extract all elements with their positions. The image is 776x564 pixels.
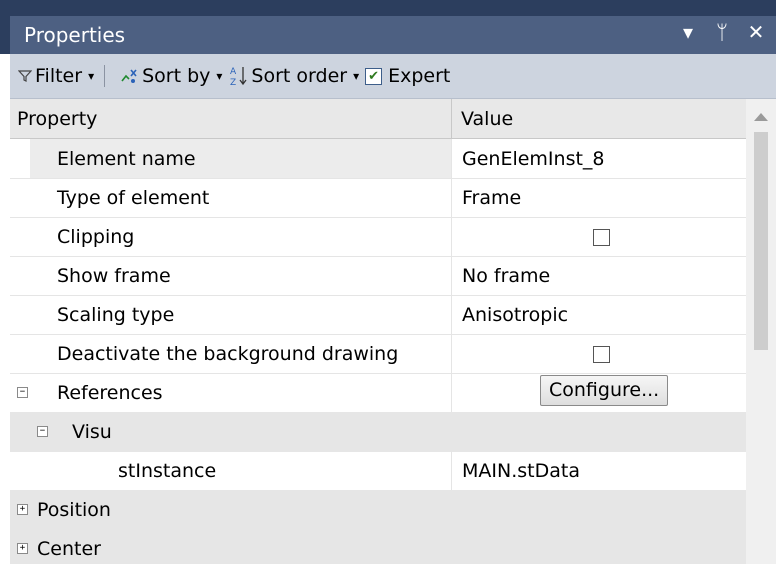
property-column-header[interactable]: Property (17, 108, 97, 130)
property-row-center[interactable]: + Center (10, 529, 746, 564)
deactivate-background-checkbox[interactable] (593, 346, 610, 363)
property-name-cell: Show frame (30, 256, 451, 295)
filter-button[interactable]: Filter ▾ (18, 65, 94, 87)
property-name-cell: stInstance (10, 451, 451, 490)
sort-order-label: Sort order (251, 65, 348, 87)
svg-text:Z: Z (230, 78, 236, 87)
property-value[interactable]: Anisotropic (462, 304, 568, 326)
property-name: Deactivate the background drawing (57, 343, 399, 365)
expert-label: Expert (388, 65, 451, 87)
property-row-clipping[interactable]: Clipping (10, 217, 746, 257)
property-value[interactable]: Frame (462, 187, 521, 209)
column-divider[interactable] (451, 99, 452, 138)
property-name-cell: Clipping (30, 217, 451, 256)
expand-icon[interactable]: + (17, 504, 28, 515)
property-name: Type of element (57, 187, 210, 209)
filter-label: Filter (35, 65, 83, 87)
property-row-deactivate-background[interactable]: Deactivate the background drawing (10, 334, 746, 374)
property-name-cell: Deactivate the background drawing (30, 334, 451, 373)
property-value-cell[interactable]: MAIN.stData (451, 451, 747, 490)
pin-icon[interactable]: ᛘ (712, 20, 732, 44)
expert-checkbox-checked-icon[interactable]: ✔ (365, 67, 383, 85)
property-name-cell: Scaling type (30, 295, 451, 334)
scrollbar-thumb[interactable] (754, 132, 768, 350)
property-value[interactable]: GenElemInst_8 (462, 148, 605, 170)
property-value-cell[interactable]: GenElemInst_8 (451, 139, 747, 178)
property-value[interactable]: MAIN.stData (462, 460, 580, 482)
property-name-cell: − Visu (10, 412, 451, 451)
property-row-visu[interactable]: − Visu (10, 412, 746, 452)
property-row-references[interactable]: − References Configure... (10, 373, 746, 413)
window-menu-dropdown-icon[interactable]: ▾ (678, 20, 698, 44)
property-name: Position (37, 499, 111, 521)
grid-header: Property Value (10, 99, 746, 139)
property-row-type-of-element[interactable]: Type of element Frame (10, 178, 746, 218)
property-value-cell: Configure... (451, 373, 747, 412)
sort-by-label: Sort by (142, 65, 211, 87)
properties-window: Properties ▾ ᛘ ✕ Filter ▾ Sort by ▾ A Z … (0, 0, 776, 564)
property-row-show-frame[interactable]: Show frame No frame (10, 256, 746, 296)
scroll-up-arrow-icon[interactable] (754, 113, 768, 121)
property-name: stInstance (118, 460, 217, 482)
property-name-cell: + Position (10, 490, 451, 529)
title-bar-controls: ▾ ᛘ ✕ (678, 20, 766, 44)
property-name-cell: Type of element (30, 178, 451, 217)
property-row-scaling-type[interactable]: Scaling type Anisotropic (10, 295, 746, 335)
property-row-element-name[interactable]: Element name GenElemInst_8 (10, 139, 746, 179)
sort-by-icon (121, 69, 137, 83)
clipping-checkbox[interactable] (593, 229, 610, 246)
vertical-scrollbar[interactable] (746, 99, 776, 564)
svg-text:A: A (230, 67, 237, 77)
collapse-icon[interactable]: − (17, 387, 28, 398)
property-value[interactable]: No frame (462, 265, 550, 287)
sort-order-button[interactable]: A Z Sort order ▾ (230, 65, 359, 87)
property-value-cell[interactable]: Frame (451, 178, 747, 217)
collapse-icon[interactable]: − (37, 426, 48, 437)
property-name: References (57, 382, 163, 404)
property-grid: Property Value Element name GenElemInst_… (10, 99, 746, 564)
property-value-cell[interactable] (451, 217, 747, 256)
chevron-down-icon: ▾ (216, 69, 223, 83)
sort-order-icon: A Z (230, 67, 247, 87)
chevron-down-icon: ▾ (353, 69, 360, 83)
property-row-position[interactable]: + Position (10, 490, 746, 530)
property-name: Center (37, 538, 101, 560)
toolbar-separator (104, 65, 106, 87)
properties-toolbar: Filter ▾ Sort by ▾ A Z Sort order ▾ ✔ Ex… (10, 54, 776, 99)
chevron-down-icon: ▾ (88, 69, 95, 83)
property-name: Visu (72, 421, 112, 443)
property-name-cell: + Center (10, 529, 451, 564)
property-value-cell[interactable]: No frame (451, 256, 747, 295)
property-value-cell[interactable]: Anisotropic (451, 295, 747, 334)
property-name: Clipping (57, 226, 135, 248)
sort-by-button[interactable]: Sort by ▾ (119, 65, 222, 87)
title-bar-panel: Properties ▾ ᛘ ✕ (10, 16, 776, 54)
value-column-header[interactable]: Value (461, 108, 513, 130)
title-bar: Properties ▾ ᛘ ✕ (0, 0, 776, 54)
expert-toggle[interactable]: ✔ Expert (365, 65, 450, 87)
expand-icon[interactable]: + (17, 543, 28, 554)
property-name: Element name (57, 148, 196, 170)
property-row-stinstance[interactable]: stInstance MAIN.stData (10, 451, 746, 491)
property-value-cell[interactable] (451, 334, 747, 373)
configure-button[interactable]: Configure... (540, 375, 669, 406)
property-name: Scaling type (57, 304, 175, 326)
window-title: Properties (24, 23, 126, 47)
close-icon[interactable]: ✕ (746, 20, 766, 44)
property-name: Show frame (57, 265, 171, 287)
property-name-cell: − References (10, 373, 451, 412)
filter-icon (18, 70, 32, 82)
property-name-cell: Element name (30, 139, 451, 178)
